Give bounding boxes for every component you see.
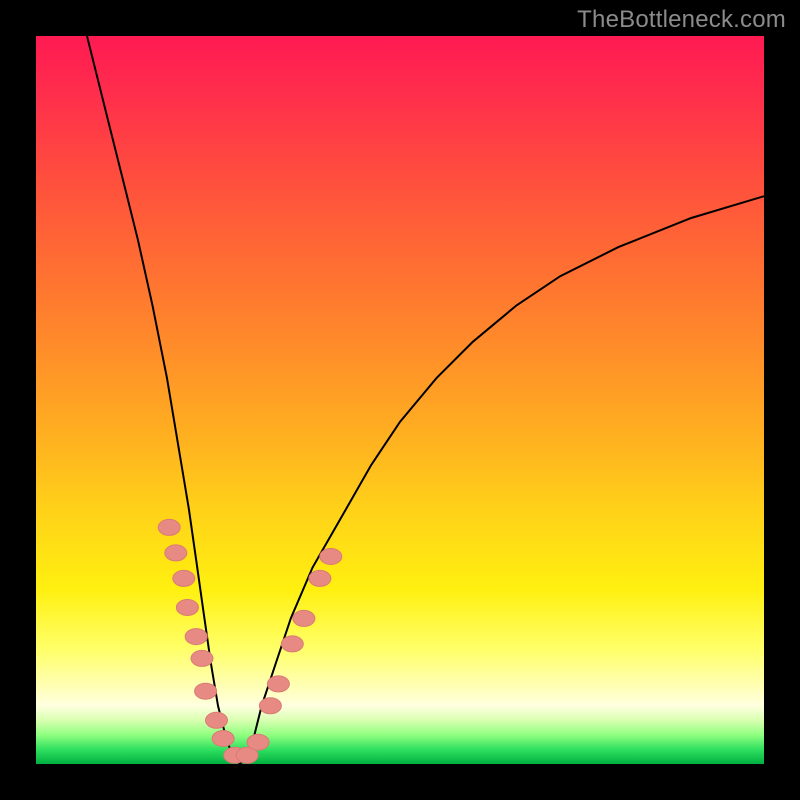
- curve-dot: [267, 676, 289, 692]
- plot-svg: [36, 36, 764, 764]
- curve-dot: [165, 545, 187, 561]
- curve-dot: [212, 731, 234, 747]
- plot-area: [36, 36, 764, 764]
- curve-dot: [259, 698, 281, 714]
- curve-dot: [185, 629, 207, 645]
- curve-dot: [320, 549, 342, 565]
- curve-dots: [158, 519, 342, 763]
- curve-dot: [281, 636, 303, 652]
- curve-dot: [176, 600, 198, 616]
- curve-dot: [206, 712, 228, 728]
- curve-dot: [191, 650, 213, 666]
- curve-dot: [309, 570, 331, 586]
- bottleneck-curve: [87, 36, 764, 764]
- curve-dot: [293, 610, 315, 626]
- curve-dot: [195, 683, 217, 699]
- curve-dot: [173, 570, 195, 586]
- curve-dot: [247, 734, 269, 750]
- curve-dot: [158, 519, 180, 535]
- watermark-text: TheBottleneck.com: [577, 6, 786, 34]
- chart-frame: TheBottleneck.com: [0, 0, 800, 800]
